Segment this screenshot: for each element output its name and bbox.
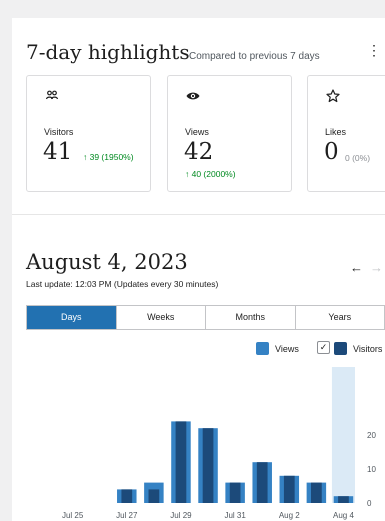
- last-update-text: Last update: 12:03 PM (Updates every 30 …: [26, 279, 219, 289]
- star-icon: [326, 89, 340, 103]
- legend-visitors-swatch[interactable]: [334, 342, 347, 355]
- bar-visitors[interactable]: [256, 462, 268, 503]
- tab-months[interactable]: Months: [206, 306, 296, 329]
- x-tick-label: Aug 2: [279, 511, 300, 520]
- visitors-card[interactable]: Visitors 41 ↑ 39 (1950%): [26, 75, 151, 192]
- bar-visitors[interactable]: [121, 489, 133, 503]
- period-title: August 4, 2023: [26, 250, 188, 274]
- visitors-label: Visitors: [44, 127, 74, 137]
- views-label: Views: [185, 127, 209, 137]
- arrow-left-icon[interactable]: ←: [350, 260, 363, 275]
- x-tick-label: Aug 4: [333, 511, 354, 520]
- tab-days[interactable]: Days: [27, 306, 117, 329]
- eye-icon: [186, 92, 200, 100]
- bar-visitors[interactable]: [148, 489, 160, 503]
- visitors-delta: ↑ 39 (1950%): [83, 152, 134, 162]
- x-tick-label: Jul 27: [116, 511, 138, 520]
- tab-years[interactable]: Years: [296, 306, 385, 329]
- likes-value: 0: [324, 139, 339, 165]
- bar-visitors[interactable]: [311, 482, 322, 503]
- section-divider: [12, 214, 385, 215]
- bar-visitors[interactable]: [175, 421, 187, 503]
- highlights-title: 7-day highlights: [26, 40, 190, 64]
- views-delta: ↑ 40 (2000%): [185, 169, 236, 179]
- likes-label: Likes: [325, 127, 347, 137]
- bar-visitors[interactable]: [229, 482, 241, 503]
- x-tick-label: Jul 31: [224, 511, 246, 520]
- bar-visitors[interactable]: [202, 428, 214, 503]
- legend-views-swatch[interactable]: [256, 342, 269, 355]
- x-tick-label: Jul 25: [62, 511, 84, 520]
- stats-page: 7-day highlights Compared to previous 7 …: [12, 18, 385, 521]
- highlighted-day-band: [331, 367, 355, 503]
- people-icon: [45, 90, 59, 100]
- y-tick-label: 20: [367, 431, 376, 440]
- arrow-right-icon[interactable]: →: [370, 260, 383, 275]
- legend-visitors-label: Visitors: [353, 344, 383, 354]
- visitors-value: 41: [43, 139, 73, 165]
- visitors-checkbox[interactable]: ✓: [317, 341, 330, 354]
- tab-weeks[interactable]: Weeks: [117, 306, 206, 329]
- x-tick-label: Jul 29: [170, 511, 192, 520]
- likes-card[interactable]: Likes 0 0 (0%): [307, 75, 385, 192]
- period-tabs: Days Weeks Months Years: [26, 305, 385, 330]
- bar-visitors[interactable]: [338, 496, 349, 503]
- more-vertical-icon[interactable]: ⋮: [367, 43, 381, 57]
- y-tick-label: 0: [367, 499, 372, 508]
- views-value: 42: [184, 139, 214, 165]
- legend-views-label: Views: [275, 344, 299, 354]
- y-tick-label: 10: [367, 465, 376, 474]
- highlights-subtitle: Compared to previous 7 days: [189, 51, 320, 62]
- likes-delta: 0 (0%): [345, 153, 371, 163]
- bar-visitors[interactable]: [283, 475, 295, 503]
- views-chart: Jul 25 Jul 27 Jul 29 Jul 31 Aug 2 Aug 4 0 10 20: [62, 367, 376, 520]
- views-card[interactable]: Views 42 ↑ 40 (2000%): [167, 75, 292, 192]
